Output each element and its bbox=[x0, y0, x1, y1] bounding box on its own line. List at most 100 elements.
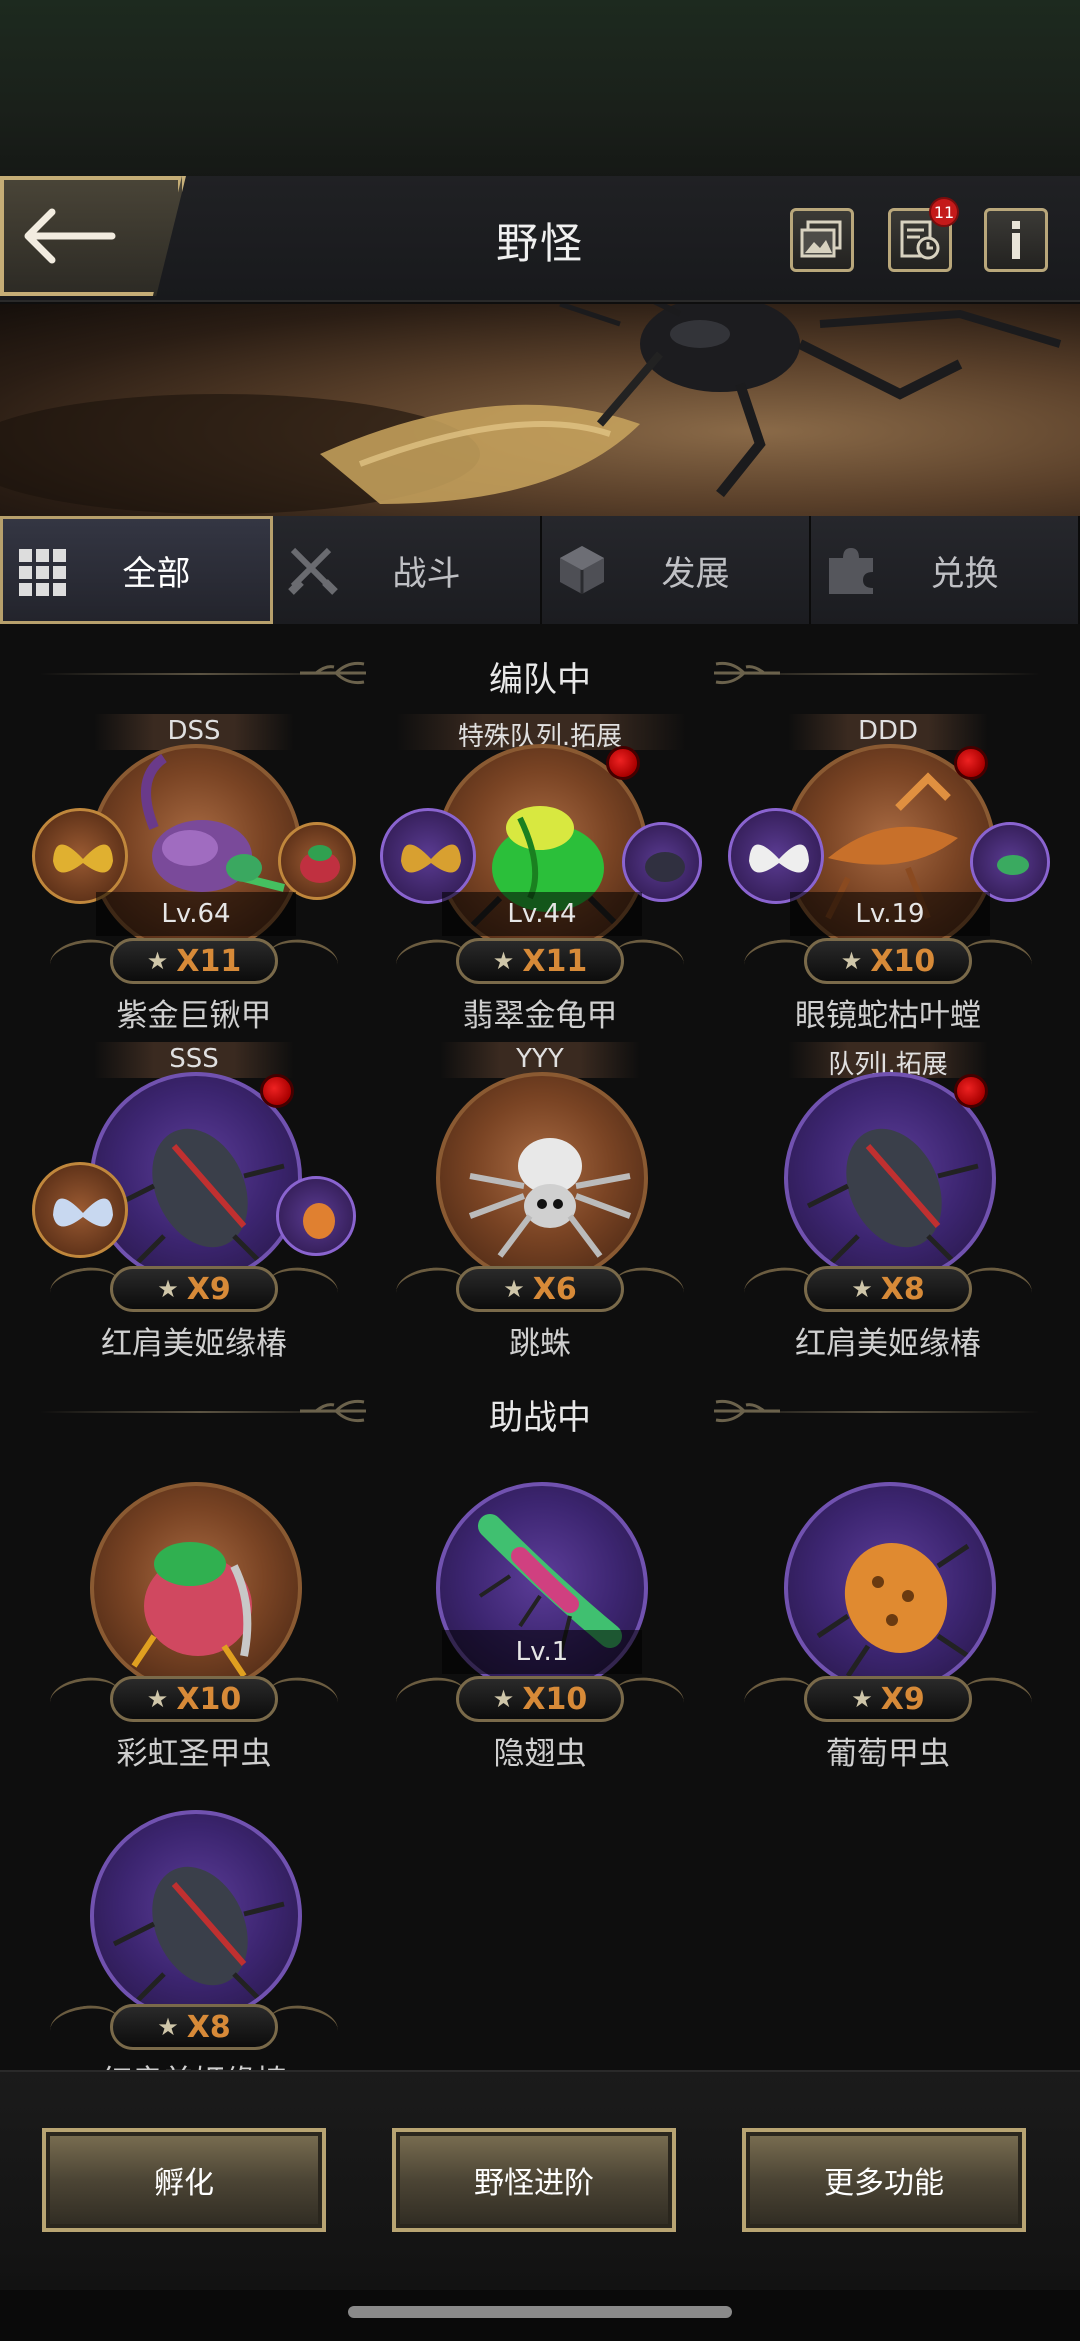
star-count: X10 bbox=[176, 1681, 242, 1717]
monster-card-shield-bug-2[interactable]: 队列l.拓展 ★ X8 红肩美姬缘椿 bbox=[714, 1042, 1062, 1362]
monster-level: Lv.44 bbox=[442, 892, 642, 936]
sub-monster-butterfly bbox=[728, 808, 824, 904]
category-tabs: 全部 战斗 发展 兑换 bbox=[0, 516, 1080, 624]
monster-level: Lv.1 bbox=[442, 1630, 642, 1674]
star-count: X9 bbox=[186, 1271, 231, 1307]
tab-exchange-label: 兑换 bbox=[930, 553, 999, 594]
star-count-plate: ★ X8 bbox=[804, 1266, 972, 1312]
star-count-plate: ★ X9 bbox=[110, 1266, 278, 1312]
new-indicator-dot bbox=[954, 1074, 988, 1108]
monster-portrait bbox=[784, 1482, 996, 1694]
sub-monster-butterfly bbox=[380, 808, 476, 904]
monster-advance-button[interactable]: 野怪进阶 bbox=[392, 2128, 676, 2232]
star-count: X11 bbox=[522, 943, 588, 979]
history-button[interactable]: 11 bbox=[888, 197, 959, 272]
more-functions-button[interactable]: 更多功能 bbox=[742, 2128, 1026, 2232]
star-count-plate: ★ X6 bbox=[456, 1266, 624, 1312]
grape-beetle-icon bbox=[816, 1543, 970, 1678]
sub-monster-beetle bbox=[278, 822, 356, 900]
star-icon: ★ bbox=[157, 1275, 179, 1303]
home-indicator[interactable] bbox=[348, 2306, 732, 2318]
tab-all[interactable]: 全部 bbox=[0, 516, 273, 624]
monster-card-stag-beetle[interactable]: DSS Lv.64 ★ X11 紫金巨锹甲 bbox=[20, 714, 368, 1034]
star-icon: ★ bbox=[146, 1685, 169, 1713]
monster-portrait bbox=[436, 1072, 648, 1284]
monster-level: Lv.64 bbox=[96, 892, 296, 936]
support-card-rainbow-scarab[interactable]: ★ X10 彩虹圣甲虫 bbox=[20, 1452, 368, 1772]
monster-card-mantis[interactable]: DDD Lv.19 ★ X10 眼镜蛇枯叶螳 bbox=[714, 714, 1062, 1034]
star-count-plate: ★ X11 bbox=[456, 938, 624, 984]
star-icon: ★ bbox=[851, 1685, 873, 1713]
section-formation-header: 编队中 bbox=[0, 644, 1080, 704]
spider-icon bbox=[468, 1138, 632, 1258]
sub-monster-beetle bbox=[276, 1176, 356, 1256]
monster-name: 隐翅虫 bbox=[493, 1736, 587, 1772]
star-count-plate: ★ X10 bbox=[456, 1676, 624, 1722]
tab-all-label: 全部 bbox=[122, 553, 191, 594]
star-count: X8 bbox=[880, 1271, 925, 1307]
info-button[interactable] bbox=[984, 208, 1048, 272]
monster-portrait bbox=[90, 1482, 302, 1694]
star-icon: ★ bbox=[492, 947, 515, 975]
sub-monster-butterfly bbox=[32, 808, 128, 904]
banner-image bbox=[0, 304, 1080, 516]
monster-card-jumping-spider[interactable]: YYY ★ X6 跳蛛 bbox=[366, 1042, 714, 1362]
star-count: X10 bbox=[522, 1681, 588, 1717]
ant-illustration bbox=[0, 304, 1062, 514]
monster-name: 葡萄甲虫 bbox=[826, 1736, 950, 1772]
star-icon: ★ bbox=[157, 2013, 179, 2041]
monster-card-emerald-scarab[interactable]: 特殊队列.拓展 Lv.44 ★ X11 翡翠金龟甲 bbox=[366, 714, 714, 1034]
star-count: X11 bbox=[176, 943, 242, 979]
section-formation-title: 编队中 bbox=[489, 660, 591, 700]
star-count: X9 bbox=[880, 1681, 925, 1717]
monster-name: 红肩美姬缘椿 bbox=[795, 1326, 981, 1362]
monster-portrait bbox=[90, 1810, 302, 2022]
star-count: X8 bbox=[186, 2009, 231, 2045]
shield-bug-icon bbox=[112, 1128, 285, 1268]
notification-badge: 11 bbox=[929, 197, 959, 227]
tab-exchange[interactable]: 兑换 bbox=[811, 516, 1080, 624]
scarab-icon bbox=[131, 1542, 252, 1678]
section-support-header: 助战中 bbox=[0, 1382, 1080, 1442]
tab-battle[interactable]: 战斗 bbox=[273, 516, 542, 624]
card-tag: YYY bbox=[516, 1044, 564, 1074]
status-area bbox=[0, 0, 1080, 180]
star-count-plate: ★ X11 bbox=[110, 938, 278, 984]
new-indicator-dot bbox=[260, 1074, 294, 1108]
info-icon bbox=[1012, 221, 1020, 259]
support-card-grape-beetle[interactable]: ★ X9 葡萄甲虫 bbox=[714, 1452, 1062, 1772]
star-icon: ★ bbox=[840, 947, 863, 975]
monster-name: 翡翠金龟甲 bbox=[462, 998, 618, 1034]
tab-develop-label: 发展 bbox=[661, 553, 730, 594]
support-card-rove-beetle[interactable]: Lv.1 ★ X10 隐翅虫 bbox=[366, 1452, 714, 1772]
monster-name: 彩虹圣甲虫 bbox=[116, 1736, 272, 1772]
sub-monster-beetle bbox=[970, 822, 1050, 902]
star-count: X10 bbox=[870, 943, 936, 979]
star-icon: ★ bbox=[492, 1685, 515, 1713]
section-support-title: 助战中 bbox=[489, 1398, 591, 1438]
card-tag: DSS bbox=[167, 716, 221, 746]
card-tag: SSS bbox=[169, 1044, 219, 1074]
star-count-plate: ★ X8 bbox=[110, 2004, 278, 2050]
new-indicator-dot bbox=[954, 746, 988, 780]
tab-develop[interactable]: 发展 bbox=[542, 516, 811, 624]
monster-level: Lv.19 bbox=[790, 892, 990, 936]
header-bar: 野怪 11 bbox=[0, 176, 1080, 302]
hatch-button[interactable]: 孵化 bbox=[42, 2128, 326, 2232]
star-count-plate: ★ X10 bbox=[804, 938, 972, 984]
star-count-plate: ★ X10 bbox=[110, 1676, 278, 1722]
support-card-shield-bug[interactable]: ★ X8 红肩美姬缘椿 bbox=[20, 1780, 368, 2100]
monster-name: 眼镜蛇枯叶螳 bbox=[795, 998, 981, 1034]
shield-bug-icon bbox=[806, 1128, 979, 1268]
star-icon: ★ bbox=[146, 947, 169, 975]
star-count-plate: ★ X9 bbox=[804, 1676, 972, 1722]
star-count: X6 bbox=[532, 1271, 577, 1307]
monster-name: 红肩美姬缘椿 bbox=[101, 1326, 287, 1362]
tab-battle-label: 战斗 bbox=[392, 553, 461, 594]
star-icon: ★ bbox=[503, 1275, 525, 1303]
sub-monster-butterfly bbox=[32, 1162, 128, 1258]
gallery-button[interactable] bbox=[790, 208, 854, 272]
bottom-action-bar: 孵化 野怪进阶 更多功能 bbox=[0, 2070, 1080, 2290]
monster-name: 紫金巨锹甲 bbox=[116, 998, 272, 1034]
monster-card-shield-bug[interactable]: SSS ★ X9 红肩美姬缘椿 bbox=[20, 1042, 368, 1362]
